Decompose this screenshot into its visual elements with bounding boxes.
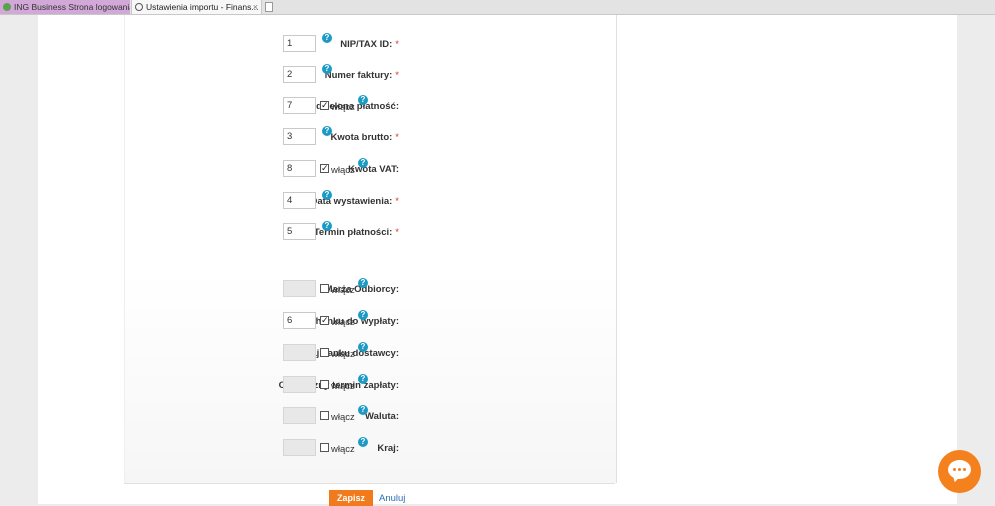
required-marker: * (395, 227, 399, 238)
enable-checkbox-label: włącz (331, 165, 355, 176)
column-number-input[interactable] (283, 97, 316, 114)
enable-checkbox[interactable]: ✓ (320, 316, 329, 325)
column-number-input[interactable] (283, 128, 316, 145)
required-marker: * (395, 39, 399, 50)
enable-checkbox[interactable]: ✓ (320, 101, 329, 110)
form-row: Waluta: włącz? (125, 405, 616, 427)
enable-checkbox[interactable] (320, 348, 329, 357)
tab-title: Ustawienia importu - Finans... (146, 2, 259, 12)
required-marker: * (395, 132, 399, 143)
field-label: Kwota brutto: * (331, 132, 399, 143)
help-icon[interactable]: ? (358, 95, 368, 105)
browser-tab-bar: ING Business Strona logowania... Ustawie… (0, 0, 995, 15)
help-icon[interactable]: ? (322, 221, 332, 231)
column-number-input[interactable] (283, 344, 316, 361)
help-icon[interactable]: ? (322, 33, 332, 43)
help-icon[interactable]: ? (322, 64, 332, 74)
form-row: Kwota brutto:*? (125, 126, 616, 148)
form-row: NIP/TAX ID:*? (125, 33, 616, 55)
help-icon[interactable]: ? (358, 310, 368, 320)
enable-checkbox[interactable] (320, 284, 329, 293)
page-content: NIP/TAX ID:*?Numer faktury:*?Czy podziel… (38, 15, 957, 506)
help-icon[interactable]: ? (358, 278, 368, 288)
enable-checkbox-label: włącz (331, 444, 355, 455)
enable-checkbox-label: włącz (331, 317, 355, 328)
column-number-input[interactable] (283, 280, 316, 297)
column-number-input[interactable] (283, 376, 316, 393)
form-row: Nr rachunku do wypłaty:✓włącz? (125, 310, 616, 332)
enable-checkbox-label: włącz (331, 349, 355, 360)
form-row: Kraj banku dostawcy: włącz? (125, 342, 616, 364)
field-label-text: Kwota brutto: (330, 132, 393, 143)
enable-checkbox[interactable]: ✓ (320, 164, 329, 173)
column-number-input[interactable] (283, 35, 316, 52)
field-label-text: NIP/TAX ID: (340, 39, 393, 50)
column-number-input[interactable] (283, 407, 316, 424)
enable-checkbox[interactable] (320, 380, 329, 389)
form-row: Data wystawienia:*? (125, 190, 616, 212)
help-icon[interactable]: ? (358, 374, 368, 384)
field-label-text: Numer faktury: (324, 70, 393, 81)
form-footer-divider (124, 483, 615, 484)
enable-checkbox-label: włącz (331, 381, 355, 392)
cancel-link[interactable]: Anuluj (379, 493, 405, 504)
close-icon[interactable]: × (253, 0, 258, 14)
column-number-input[interactable] (283, 192, 316, 209)
chat-widget-button[interactable] (938, 450, 981, 493)
enable-checkbox[interactable] (320, 443, 329, 452)
field-label-text: Waluta: (365, 411, 399, 422)
form-row: Numer faktury:*? (125, 64, 616, 86)
enable-checkbox[interactable] (320, 411, 329, 420)
form-row: Kraj: włącz? (125, 437, 616, 459)
tab-title: ING Business Strona logowania... (14, 2, 130, 12)
field-label: Kwota VAT: (348, 164, 399, 175)
form-row: Termin płatności:*? (125, 221, 616, 243)
help-icon[interactable]: ? (322, 190, 332, 200)
browser-tab-ing-login[interactable]: ING Business Strona logowania... (0, 0, 130, 14)
enable-checkbox-label: włącz (331, 412, 355, 423)
column-number-input[interactable] (283, 223, 316, 240)
form-row: Ostateczny termin zapłaty: włącz? (125, 374, 616, 396)
browser-favicon-icon (135, 3, 143, 11)
column-number-input[interactable] (283, 160, 316, 177)
column-number-input[interactable] (283, 312, 316, 329)
field-label: Waluta: (365, 411, 399, 422)
new-tab-icon[interactable] (265, 2, 273, 12)
browser-favicon-icon (3, 3, 11, 11)
help-icon[interactable]: ? (322, 126, 332, 136)
help-icon[interactable]: ? (358, 342, 368, 352)
field-label-text: Kwota VAT: (348, 164, 399, 175)
help-icon[interactable]: ? (358, 437, 368, 447)
form-row: Marża Odbiorcy: włącz? (125, 278, 616, 300)
field-label: Numer faktury: * (325, 70, 399, 81)
field-label: NIP/TAX ID: * (340, 39, 399, 50)
form-row: Kwota VAT: ✓włącz? (125, 158, 616, 180)
required-marker: * (395, 196, 399, 207)
import-settings-form: NIP/TAX ID:*?Numer faktury:*?Czy podziel… (124, 15, 617, 483)
column-number-input[interactable] (283, 66, 316, 83)
enable-checkbox-label: włącz (331, 285, 355, 296)
field-label-text: Kraj: (377, 443, 399, 454)
form-row: Czy podzielona płatność:✓włącz? (125, 95, 616, 117)
field-label: Kraj: (377, 443, 399, 454)
help-icon[interactable]: ? (358, 158, 368, 168)
browser-tab-import-settings[interactable]: Ustawienia importu - Finans... × (131, 0, 262, 14)
required-marker: * (395, 70, 399, 81)
help-icon[interactable]: ? (358, 405, 368, 415)
column-number-input[interactable] (283, 439, 316, 456)
enable-checkbox-label: włącz (331, 102, 355, 113)
